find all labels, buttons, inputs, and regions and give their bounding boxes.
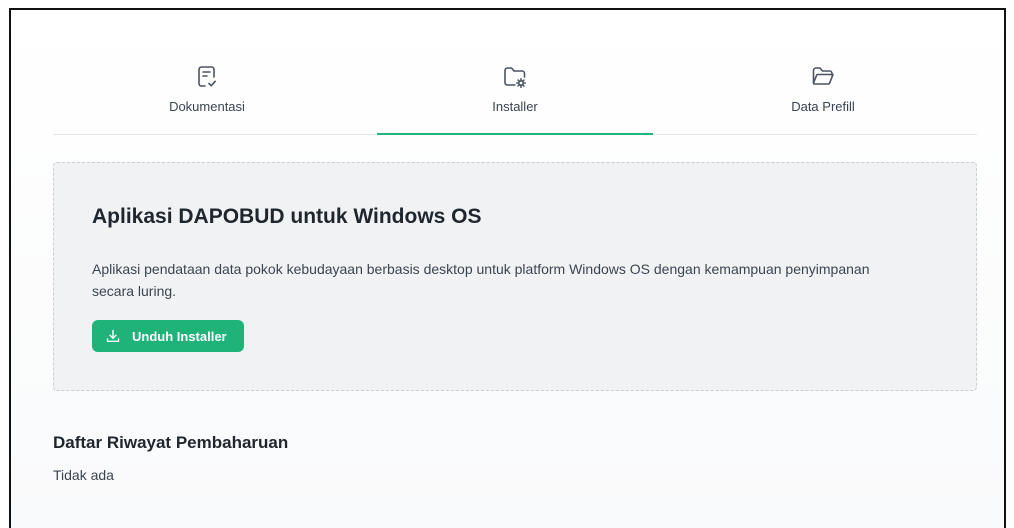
folder-open-icon [812,67,834,85]
installer-card: Aplikasi DAPOBUD untuk Windows OS Aplika… [53,162,977,391]
page-frame: Dokumentasi Installer Data Prefill Aplik… [9,8,1006,528]
tab-data-prefill-label: Data Prefill [791,99,855,114]
tab-bar: Dokumentasi Installer Data Prefill [53,10,977,135]
tab-installer-label: Installer [492,99,538,114]
document-check-icon [198,66,216,87]
download-icon [106,329,120,342]
tab-dokumentasi[interactable]: Dokumentasi [53,10,361,134]
tab-dokumentasi-label: Dokumentasi [169,99,245,114]
download-installer-button[interactable]: Unduh Installer [92,320,244,352]
download-installer-label: Unduh Installer [132,328,227,344]
installer-description: Aplikasi pendataan data pokok kebudayaan… [92,261,870,299]
tab-installer[interactable]: Installer [361,10,669,135]
installer-title: Aplikasi DAPOBUD untuk Windows OS [92,205,482,228]
folder-gear-icon [504,67,527,89]
history-title: Daftar Riwayat Pembaharuan [53,433,289,452]
history-empty-text: Tidak ada [53,467,114,483]
tab-data-prefill[interactable]: Data Prefill [669,10,977,134]
